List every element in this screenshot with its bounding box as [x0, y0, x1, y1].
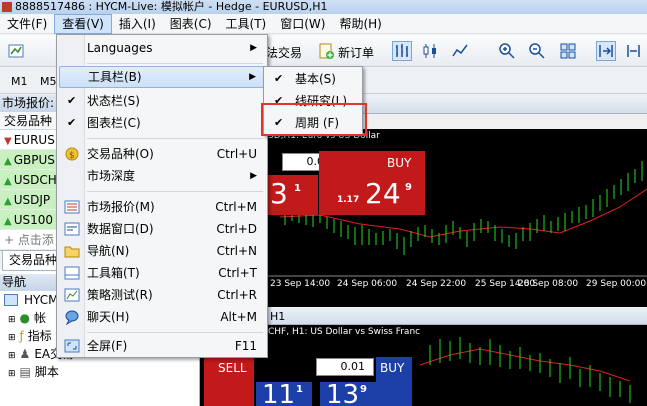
chat-icon: [65, 310, 79, 325]
toolbox-icon: [64, 266, 80, 280]
time-axis-label: 23 Sep 14:00: [270, 279, 331, 289]
check-icon: ✔: [67, 94, 77, 107]
market-watch-icon: [64, 200, 80, 214]
data-window-icon: [64, 222, 80, 236]
svg-text:$: $: [69, 151, 75, 161]
expert-icon: ♟: [19, 347, 31, 361]
check-icon: ✔: [67, 116, 77, 129]
expand-icon[interactable]: ⊞: [8, 315, 16, 325]
tester-icon: [64, 288, 80, 302]
indicators-icon: ƒ: [19, 329, 24, 343]
menu-bar: 文件(F) 查看(V) 插入(I) 图表(C) 工具(T) 窗口(W) 帮助(H): [0, 14, 647, 34]
bar-chart-icon[interactable]: [392, 41, 412, 61]
zoom-out-icon[interactable]: [527, 41, 547, 61]
buy-price-usdchf[interactable]: 13 9: [320, 380, 376, 406]
menu-item-toolbox[interactable]: 工具箱(T) Ctrl+T: [59, 262, 265, 284]
tab-symbols[interactable]: 交易品种: [2, 251, 65, 271]
sell-price-usdchf[interactable]: 11 1: [256, 380, 312, 406]
app-icon: [2, 2, 12, 12]
check-icon: ✔: [274, 72, 284, 85]
menu-item-languages[interactable]: Languages ▶: [59, 37, 265, 59]
window-title: 8888517486 : HYCM-Live: 模拟帐户 - Hedge - E…: [15, 0, 328, 13]
auto-scroll-icon[interactable]: [596, 41, 616, 61]
expand-icon[interactable]: ⊞: [8, 369, 16, 379]
menu-item-charts-bar[interactable]: ✔ 图表栏(C): [59, 112, 265, 134]
menu-item-navigator[interactable]: 导航(N) Ctrl+N: [59, 240, 265, 262]
menu-window[interactable]: 窗口(W): [273, 14, 332, 34]
menu-charts[interactable]: 图表(C): [163, 14, 219, 34]
timeframe-m1[interactable]: M1: [11, 75, 28, 88]
new-order-button[interactable]: 新订单: [338, 44, 374, 61]
submenu-arrow-icon: ▶: [250, 171, 257, 181]
highlight-annotation: [261, 103, 367, 136]
arrow-up-icon: ▲: [4, 176, 12, 187]
terminal-icon: [4, 294, 18, 306]
menu-item-strategy-tester[interactable]: 策略测试(R) Ctrl+R: [59, 284, 265, 306]
symbols-icon: $: [65, 147, 79, 161]
expand-icon[interactable]: ⊞: [8, 351, 16, 361]
menu-insert[interactable]: 插入(I): [112, 14, 163, 34]
menu-file[interactable]: 文件(F): [0, 14, 54, 34]
arrow-up-icon: ▲: [4, 156, 12, 167]
menu-item-data-window[interactable]: 数据窗口(D) Ctrl+D: [59, 218, 265, 240]
menu-help[interactable]: 帮助(H): [332, 14, 388, 34]
chart-shift-icon[interactable]: [624, 41, 644, 61]
submenu-arrow-icon: ▶: [250, 43, 257, 53]
arrow-up-icon: ▲: [4, 216, 12, 227]
time-axis-label: 28 Sep 08:00: [518, 279, 579, 289]
menu-item-status-bar[interactable]: ✔ 状态栏(S): [59, 90, 265, 112]
lot-size-input[interactable]: 0.01: [316, 358, 374, 376]
menu-item-fullscreen[interactable]: 全屏(F) F11: [59, 335, 265, 357]
arrow-down-icon: ▼: [4, 136, 12, 147]
sell-price-button[interactable]: 3 1: [268, 175, 318, 215]
menu-item-market-watch[interactable]: 市场报价(M) Ctrl+M: [59, 196, 265, 218]
arrow-up-icon: ▲: [4, 196, 12, 207]
title-bar: 8888517486 : HYCM-Live: 模拟帐户 - Hedge - E…: [0, 0, 647, 14]
new-chart-icon[interactable]: [6, 41, 26, 61]
submenu-item-standard[interactable]: ✔ 基本(S): [266, 68, 360, 90]
menu-item-toolbars[interactable]: 工具栏(B) ▶: [59, 66, 265, 88]
view-menu-dropdown: Languages ▶ 工具栏(B) ▶ ✔ 状态栏(S) ✔ 图表栏(C) $…: [56, 34, 268, 358]
time-axis-label: 29 Sep 00:00: [586, 279, 647, 289]
time-axis-label: 24 Sep 06:00: [337, 279, 398, 289]
time-axis-label: 24 Sep 22:00: [406, 279, 467, 289]
candlestick-icon[interactable]: [420, 41, 440, 61]
fullscreen-icon: [64, 339, 80, 353]
menu-item-symbols[interactable]: $ 交易品种(O) Ctrl+U: [59, 143, 265, 165]
menu-view[interactable]: 查看(V): [54, 14, 112, 34]
menu-item-chat[interactable]: 聊天(H) Alt+M: [59, 306, 265, 328]
navigator-item-scripts[interactable]: ⊞ ▤ 脚本: [0, 363, 199, 381]
buy-button-usdchf[interactable]: BUY: [376, 357, 412, 406]
line-chart-icon[interactable]: [450, 41, 470, 61]
timeframe-m5[interactable]: M5: [40, 75, 57, 88]
new-order-icon[interactable]: [316, 41, 336, 61]
expand-icon[interactable]: ⊞: [8, 333, 16, 343]
scripts-icon: ▤: [19, 365, 31, 379]
navigator-icon: [64, 246, 80, 258]
zoom-in-icon[interactable]: [497, 41, 517, 61]
submenu-arrow-icon: ▶: [249, 72, 256, 82]
menu-tools[interactable]: 工具(T): [219, 14, 274, 34]
tile-windows-icon[interactable]: [558, 41, 578, 61]
auto-trading-button[interactable]: 法交易: [266, 44, 302, 61]
accounts-icon: ●: [19, 311, 31, 325]
buy-label: BUY: [387, 156, 412, 170]
buy-price-button[interactable]: BUY 1.17 24 9: [319, 151, 425, 215]
menu-item-market-depth[interactable]: 市场深度 ▶: [59, 165, 265, 187]
sell-button-usdchf[interactable]: SELL: [204, 357, 254, 406]
